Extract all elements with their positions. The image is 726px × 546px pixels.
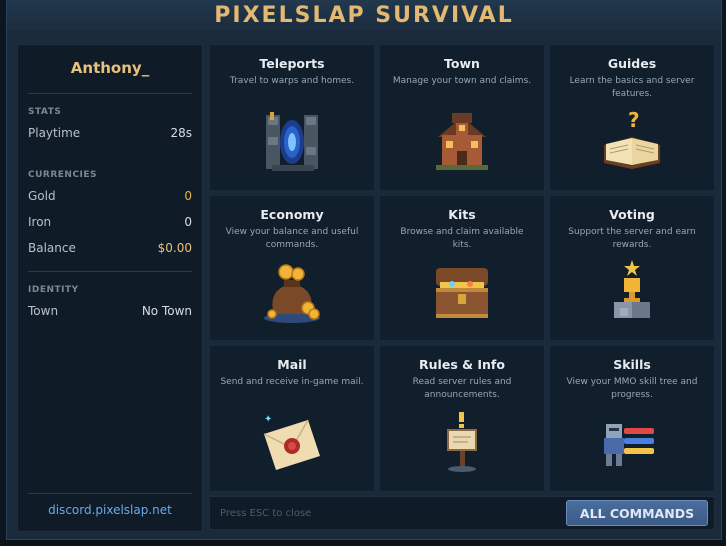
- card-description: Support the server and earn rewards.: [568, 226, 696, 250]
- town-card[interactable]: Town Manage your town and claims.: [379, 44, 545, 191]
- town-value: No Town: [141, 304, 192, 318]
- playtime-value: 28s: [170, 126, 192, 140]
- card-description: View your balance and useful commands.: [225, 226, 359, 250]
- balance-row: Balance $0.00: [28, 240, 192, 256]
- currencies-section-label: CURRENCIES: [28, 170, 98, 180]
- rules-info-card[interactable]: Rules & Info Read server rules and annou…: [379, 345, 545, 492]
- economy-card[interactable]: Economy View your balance and useful com…: [209, 194, 375, 342]
- signpost-icon: [447, 412, 477, 473]
- iron-value: 0: [184, 215, 192, 229]
- card-title: Kits: [448, 206, 476, 222]
- card-description: View your MMO skill tree and progress.: [566, 377, 698, 401]
- envelope-icon: ✦: [263, 414, 320, 471]
- divider: [28, 271, 192, 272]
- skills-card[interactable]: Skills View your MMO skill tree and prog…: [549, 345, 715, 492]
- card-title: Skills: [613, 357, 651, 373]
- kits-card[interactable]: Kits Browse and claim available kits.: [379, 194, 545, 342]
- card-description: Learn the basics and server features.: [569, 76, 695, 99]
- menu-grid: Teleports Travel to warps and homes. Tow…: [209, 44, 715, 492]
- menu-window: PIXELSLAP SURVIVAL Anthony_ STATS Playti…: [6, 0, 722, 540]
- mail-card[interactable]: Mail Send and receive in-game mail. ✦: [209, 345, 375, 492]
- card-description: Browse and claim available kits.: [400, 226, 524, 250]
- card-title: Town: [444, 56, 480, 71]
- book-icon: ?: [604, 108, 660, 169]
- player-sidebar: Anthony_ STATS Playtime 28s CURRENCIES G…: [17, 44, 203, 532]
- identity-section-label: IDENTITY: [28, 285, 79, 295]
- card-title: Mail: [277, 357, 307, 373]
- card-description: Read server rules and announcements.: [412, 377, 512, 401]
- discord-link[interactable]: discord.pixelslap.net: [18, 503, 202, 517]
- divider: [28, 493, 192, 494]
- trophy-icon: [614, 259, 650, 318]
- knight-skills-icon: [604, 424, 654, 467]
- guides-card[interactable]: Guides Learn the basics and server featu…: [549, 44, 715, 191]
- card-description: Manage your town and claims.: [392, 76, 532, 86]
- voting-card[interactable]: Voting Support the server and earn rewar…: [549, 194, 715, 342]
- footer-bar: Press ESC to close ALL COMMANDS: [209, 496, 715, 530]
- svg-text:?: ?: [628, 108, 640, 132]
- gold-value: 0: [184, 189, 192, 203]
- portal-icon: [266, 112, 318, 171]
- card-title: Rules & Info: [419, 357, 505, 373]
- balance-label: Balance: [28, 241, 76, 255]
- iron-row: Iron 0: [28, 214, 192, 230]
- town-row: Town No Town: [28, 303, 192, 319]
- card-description: Send and receive in-game mail.: [220, 377, 364, 388]
- teleports-card[interactable]: Teleports Travel to warps and homes.: [209, 44, 375, 191]
- card-title: Guides: [607, 56, 657, 71]
- playtime-label: Playtime: [28, 126, 81, 140]
- card-title: Economy: [260, 206, 324, 222]
- stats-section-label: STATS: [28, 107, 62, 117]
- iron-label: Iron: [28, 215, 52, 229]
- window-title: PIXELSLAP SURVIVAL: [214, 2, 514, 28]
- gold-row: Gold 0: [28, 188, 192, 204]
- gold-label: Gold: [28, 189, 56, 203]
- esc-hint: Press ESC to close: [220, 508, 312, 519]
- playtime-row: Playtime 28s: [28, 125, 192, 141]
- town-label: Town: [28, 304, 59, 318]
- divider: [28, 93, 192, 94]
- balance-value: $0.00: [157, 241, 192, 255]
- coin-bag-icon: [264, 263, 320, 323]
- all-commands-button[interactable]: ALL COMMANDS: [566, 500, 708, 526]
- title-bar: PIXELSLAP SURVIVAL: [7, 0, 721, 30]
- house-icon: [436, 113, 488, 170]
- treasure-chest-icon: [436, 267, 488, 318]
- card-description: Travel to warps and homes.: [229, 76, 355, 86]
- card-title: Voting: [609, 206, 655, 222]
- bottom-strip: [0, 540, 726, 546]
- svg-text:✦: ✦: [264, 414, 272, 425]
- card-title: Teleports: [259, 56, 325, 71]
- player-name: Anthony_: [70, 59, 150, 77]
